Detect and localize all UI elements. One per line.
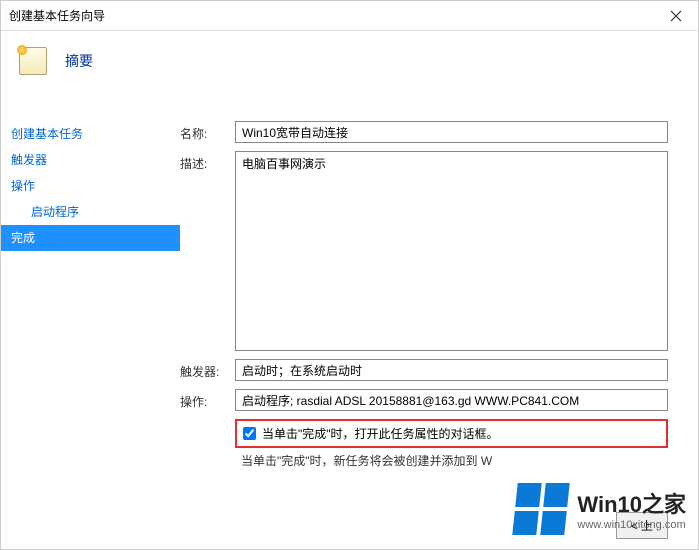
wizard-header: 摘要 — [1, 31, 698, 91]
sidebar-item-trigger[interactable]: 触发器 — [1, 147, 180, 173]
sidebar-item-action[interactable]: 操作 — [1, 173, 180, 199]
wizard-sidebar: 创建基本任务 触发器 操作 启动程序 完成 — [1, 91, 180, 549]
content-area: 创建基本任务 触发器 操作 启动程序 完成 名称: 描述: 触发器: 操作: 当… — [1, 91, 698, 549]
main-panel: 名称: 描述: 触发器: 操作: 当单击"完成"时，打开此任务属性的对话框。 当… — [180, 91, 698, 549]
action-label: 操作: — [180, 389, 235, 410]
sidebar-item-finish[interactable]: 完成 — [1, 225, 180, 251]
titlebar: 创建基本任务向导 — [1, 1, 698, 31]
close-button[interactable] — [653, 1, 698, 30]
trigger-label: 触发器: — [180, 359, 235, 380]
finish-note: 当单击"完成"时，新任务将会被创建并添加到 W — [235, 448, 668, 473]
action-field[interactable] — [235, 389, 668, 411]
close-icon — [670, 10, 682, 22]
name-label: 名称: — [180, 121, 235, 142]
description-label: 描述: — [180, 151, 235, 172]
sidebar-item-create-task[interactable]: 创建基本任务 — [1, 121, 180, 147]
open-properties-label: 当单击"完成"时，打开此任务属性的对话框。 — [262, 425, 499, 442]
wizard-buttons: < 上 — [610, 512, 668, 539]
page-title: 摘要 — [65, 51, 93, 71]
open-properties-row: 当单击"完成"时，打开此任务属性的对话框。 — [235, 419, 668, 448]
window-title: 创建基本任务向导 — [9, 7, 105, 24]
trigger-field[interactable] — [235, 359, 668, 381]
name-field[interactable] — [235, 121, 668, 143]
back-button[interactable]: < 上 — [616, 512, 668, 539]
task-wizard-icon — [19, 47, 47, 75]
description-field[interactable] — [235, 151, 668, 351]
sidebar-item-start-program[interactable]: 启动程序 — [1, 199, 180, 225]
open-properties-checkbox[interactable] — [243, 427, 256, 440]
